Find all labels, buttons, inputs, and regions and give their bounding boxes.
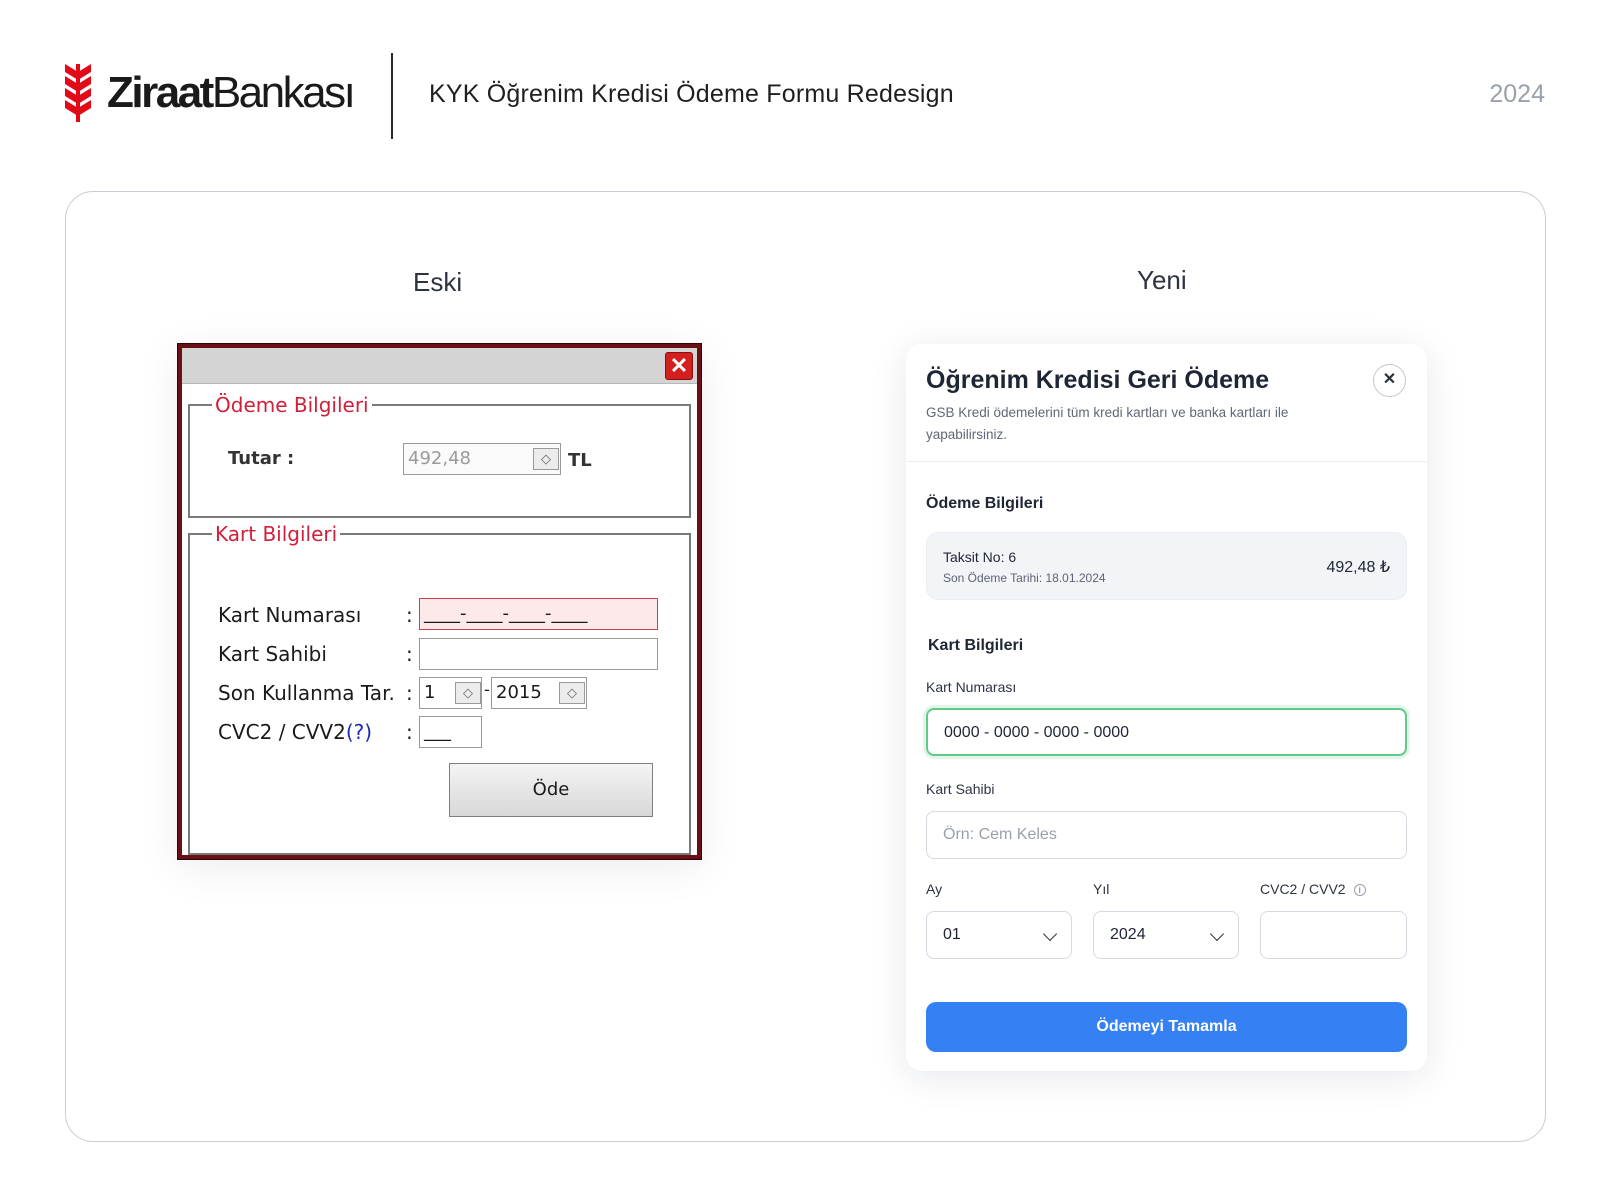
old-year-spinner-icon[interactable]: ◇	[559, 682, 585, 704]
year-select[interactable]: 2024	[1093, 911, 1239, 959]
installment-due-date: Son Ödeme Tarihi: 18.01.2024	[943, 571, 1106, 585]
card-number-label: Kart Numarası	[926, 679, 1017, 695]
year-label: Yıl	[1093, 881, 1110, 897]
brand-logo: ZiraatBankası	[63, 62, 356, 124]
old-card-holder-label: Kart Sahibi	[218, 642, 327, 666]
new-payment-form: Öğrenim Kredisi Geri Ödeme GSB Kredi öde…	[906, 344, 1427, 1071]
brand-name: ZiraatBankası	[107, 68, 356, 117]
complete-payment-button[interactable]: Ödemeyi Tamamla	[926, 1002, 1407, 1052]
month-select[interactable]: 01	[926, 911, 1072, 959]
installment-number: Taksit No: 6	[943, 549, 1017, 565]
installment-amount: 492,48 ₺	[1326, 559, 1390, 576]
old-currency-label: TL	[568, 450, 592, 471]
installment-card: Taksit No: 6 Son Ödeme Tarihi: 18.01.202…	[926, 532, 1407, 600]
cvc-label: CVC2 / CVV2 i	[1260, 881, 1366, 897]
old-cvc-label: CVC2 / CVV2(?)	[218, 720, 373, 744]
new-card-section-title: Kart Bilgileri	[928, 637, 1024, 654]
card-number-input[interactable]: 0000 - 0000 - 0000 - 0000	[926, 708, 1407, 756]
cvc-input[interactable]	[1260, 911, 1407, 959]
old-card-number-input[interactable]: ____-____-____-____	[419, 598, 658, 630]
old-pay-button[interactable]: Öde	[449, 763, 653, 817]
year-label: 2024	[1489, 80, 1545, 108]
old-close-icon[interactable]: ✕	[665, 352, 693, 380]
old-payment-legend: Ödeme Bilgileri	[212, 393, 372, 417]
page-title: KYK Öğrenim Kredisi Ödeme Formu Redesign	[429, 80, 954, 108]
old-cvc-help-link[interactable]: (?)	[346, 720, 372, 744]
new-section-title: Yeni	[1137, 265, 1187, 295]
old-colon: :	[406, 681, 413, 705]
wheat-logo-icon	[65, 64, 91, 122]
month-label: Ay	[926, 881, 943, 897]
old-cvc-input[interactable]: ___	[419, 716, 482, 748]
chevron-down-icon	[1209, 926, 1225, 942]
header-divider	[391, 53, 393, 139]
card-holder-input[interactable]: Örn: Cem Keles	[926, 811, 1407, 859]
chevron-down-icon	[1042, 926, 1058, 942]
old-expiry-label: Son Kullanma Tar.	[218, 681, 395, 705]
new-form-subtitle: GSB Kredi ödemelerini tüm kredi kartları…	[926, 405, 1289, 442]
old-amount-label: Tutar :	[228, 448, 295, 469]
year-value: 2024	[1110, 926, 1146, 943]
new-form-header: Öğrenim Kredisi Geri Ödeme GSB Kredi öde…	[906, 344, 1427, 462]
new-payment-section-title: Ödeme Bilgileri	[926, 495, 1044, 512]
new-form-title: Öğrenim Kredisi Geri Ödeme	[926, 366, 1270, 394]
old-expiry-separator: -	[484, 680, 490, 699]
old-card-holder-input[interactable]	[419, 638, 658, 670]
old-title-bar: ✕	[182, 348, 697, 384]
old-section-title: Eski	[413, 267, 463, 297]
old-amount-spinner-icon[interactable]: ◇	[533, 448, 559, 470]
info-icon[interactable]: i	[1353, 884, 1366, 896]
old-colon: :	[406, 603, 413, 627]
old-colon: :	[406, 642, 413, 666]
old-colon: :	[406, 720, 413, 744]
old-card-number-label: Kart Numarası	[218, 603, 362, 627]
old-month-spinner-icon[interactable]: ◇	[455, 682, 481, 704]
old-card-legend: Kart Bilgileri	[212, 522, 341, 546]
month-value: 01	[943, 926, 961, 943]
card-holder-label: Kart Sahibi	[926, 781, 995, 797]
new-close-icon[interactable]: ✕	[1373, 364, 1406, 397]
